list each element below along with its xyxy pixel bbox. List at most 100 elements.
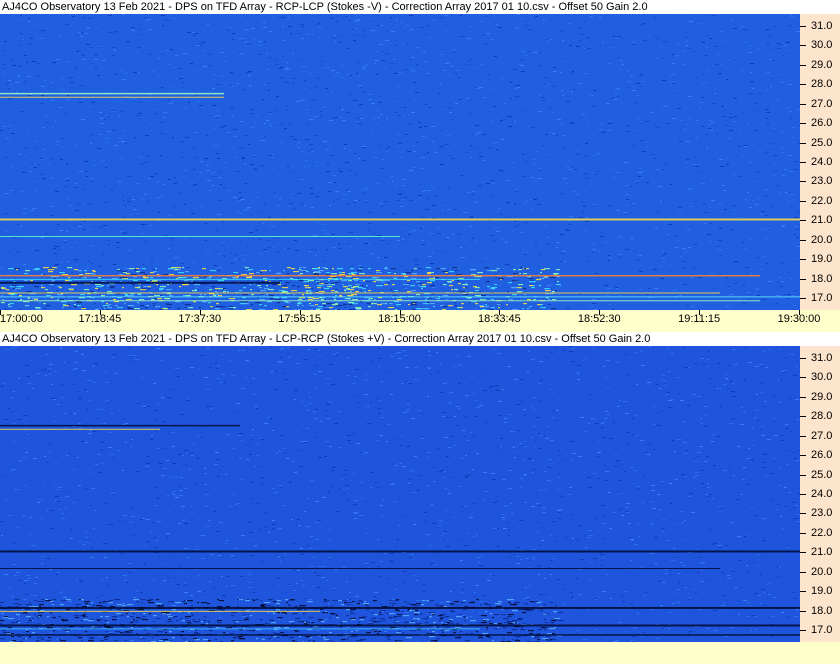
noise-pixel xyxy=(8,515,12,516)
noise-pixel xyxy=(264,123,266,124)
noise-pixel xyxy=(412,492,416,493)
noise-pixel xyxy=(53,265,57,266)
noise-pixel xyxy=(332,227,334,228)
noise-pixel xyxy=(397,438,401,439)
noise-pixel xyxy=(630,560,632,561)
noise-pixel xyxy=(575,589,578,590)
noise-pixel xyxy=(300,24,304,25)
noise-pixel xyxy=(74,242,78,243)
noise-pixel xyxy=(493,106,496,107)
noise-pixel xyxy=(500,120,503,121)
noise-pixel xyxy=(348,170,352,171)
noise-pixel xyxy=(400,266,404,267)
noise-pixel xyxy=(271,226,275,227)
noise-pixel xyxy=(645,121,649,122)
activity-pixel xyxy=(10,286,15,288)
activity-pixel xyxy=(551,308,556,310)
noise-pixel xyxy=(649,267,652,268)
activity-pixel xyxy=(477,272,483,274)
noise-pixel xyxy=(339,63,341,64)
noise-pixel xyxy=(672,290,676,291)
noise-pixel xyxy=(91,548,93,549)
noise-pixel xyxy=(369,580,371,581)
activity-pixel xyxy=(433,277,435,279)
noise-pixel xyxy=(68,20,70,21)
noise-pixel xyxy=(316,630,320,631)
activity-pixel xyxy=(330,286,332,288)
noise-pixel xyxy=(447,209,451,210)
noise-pixel xyxy=(458,614,462,615)
noise-pixel xyxy=(354,513,357,514)
activity-pixel xyxy=(517,287,522,289)
noise-pixel xyxy=(351,29,354,30)
noise-pixel xyxy=(216,153,219,154)
noise-pixel xyxy=(88,106,91,107)
noise-pixel xyxy=(516,451,518,452)
noise-pixel xyxy=(186,267,190,268)
activity-pixel xyxy=(43,303,46,305)
noise-pixel xyxy=(749,45,752,46)
noise-pixel xyxy=(610,168,612,169)
activity-pixel xyxy=(164,298,170,300)
noise-pixel xyxy=(298,147,300,148)
noise-pixel xyxy=(255,545,257,546)
activity-pixel xyxy=(46,295,51,297)
activity-pixel xyxy=(260,290,266,292)
noise-pixel xyxy=(569,303,573,304)
noise-pixel xyxy=(467,192,471,193)
activity-pixel xyxy=(36,298,38,300)
activity-pixel xyxy=(416,308,421,310)
activity-pixel xyxy=(154,298,157,300)
noise-pixel xyxy=(165,50,169,51)
noise-pixel xyxy=(402,346,404,347)
noise-pixel xyxy=(639,121,641,122)
noise-pixel xyxy=(417,490,420,491)
noise-pixel xyxy=(645,146,648,147)
noise-pixel xyxy=(243,210,247,211)
noise-pixel xyxy=(732,349,735,350)
noise-pixel xyxy=(768,229,770,230)
noise-pixel xyxy=(169,640,171,641)
noise-pixel xyxy=(136,213,140,214)
noise-pixel xyxy=(335,613,339,614)
noise-pixel xyxy=(727,575,730,576)
noise-pixel xyxy=(338,169,340,170)
noise-pixel xyxy=(533,534,535,535)
noise-pixel xyxy=(390,394,393,395)
noise-pixel xyxy=(443,70,447,71)
noise-pixel xyxy=(681,585,685,586)
noise-pixel xyxy=(37,373,40,374)
noise-pixel xyxy=(744,146,748,147)
noise-pixel xyxy=(780,516,782,517)
noise-pixel xyxy=(17,244,20,245)
activity-pixel xyxy=(384,268,388,270)
activity-pixel xyxy=(80,294,85,296)
noise-pixel xyxy=(62,89,65,90)
activity-pixel xyxy=(427,273,431,275)
noise-pixel xyxy=(201,274,203,275)
noise-pixel xyxy=(293,407,295,408)
noise-pixel xyxy=(537,565,541,566)
noise-pixel xyxy=(444,531,447,532)
noise-pixel xyxy=(58,298,60,299)
noise-pixel xyxy=(380,561,383,562)
activity-pixel xyxy=(213,294,219,296)
noise-pixel xyxy=(663,385,667,386)
noise-pixel xyxy=(408,234,411,235)
noise-pixel xyxy=(759,269,762,270)
noise-pixel xyxy=(720,388,722,389)
noise-pixel xyxy=(330,18,333,19)
noise-pixel xyxy=(321,224,324,225)
noise-pixel xyxy=(219,75,223,76)
activity-pixel xyxy=(143,286,148,288)
noise-pixel xyxy=(514,121,516,122)
noise-pixel xyxy=(314,374,317,375)
noise-pixel xyxy=(330,254,332,255)
noise-pixel xyxy=(65,496,69,497)
noise-pixel xyxy=(624,471,626,472)
noise-pixel xyxy=(504,418,507,419)
noise-pixel xyxy=(222,255,225,256)
activity-pixel xyxy=(475,295,481,297)
activity-pixel xyxy=(356,308,362,310)
noise-pixel xyxy=(268,217,271,218)
